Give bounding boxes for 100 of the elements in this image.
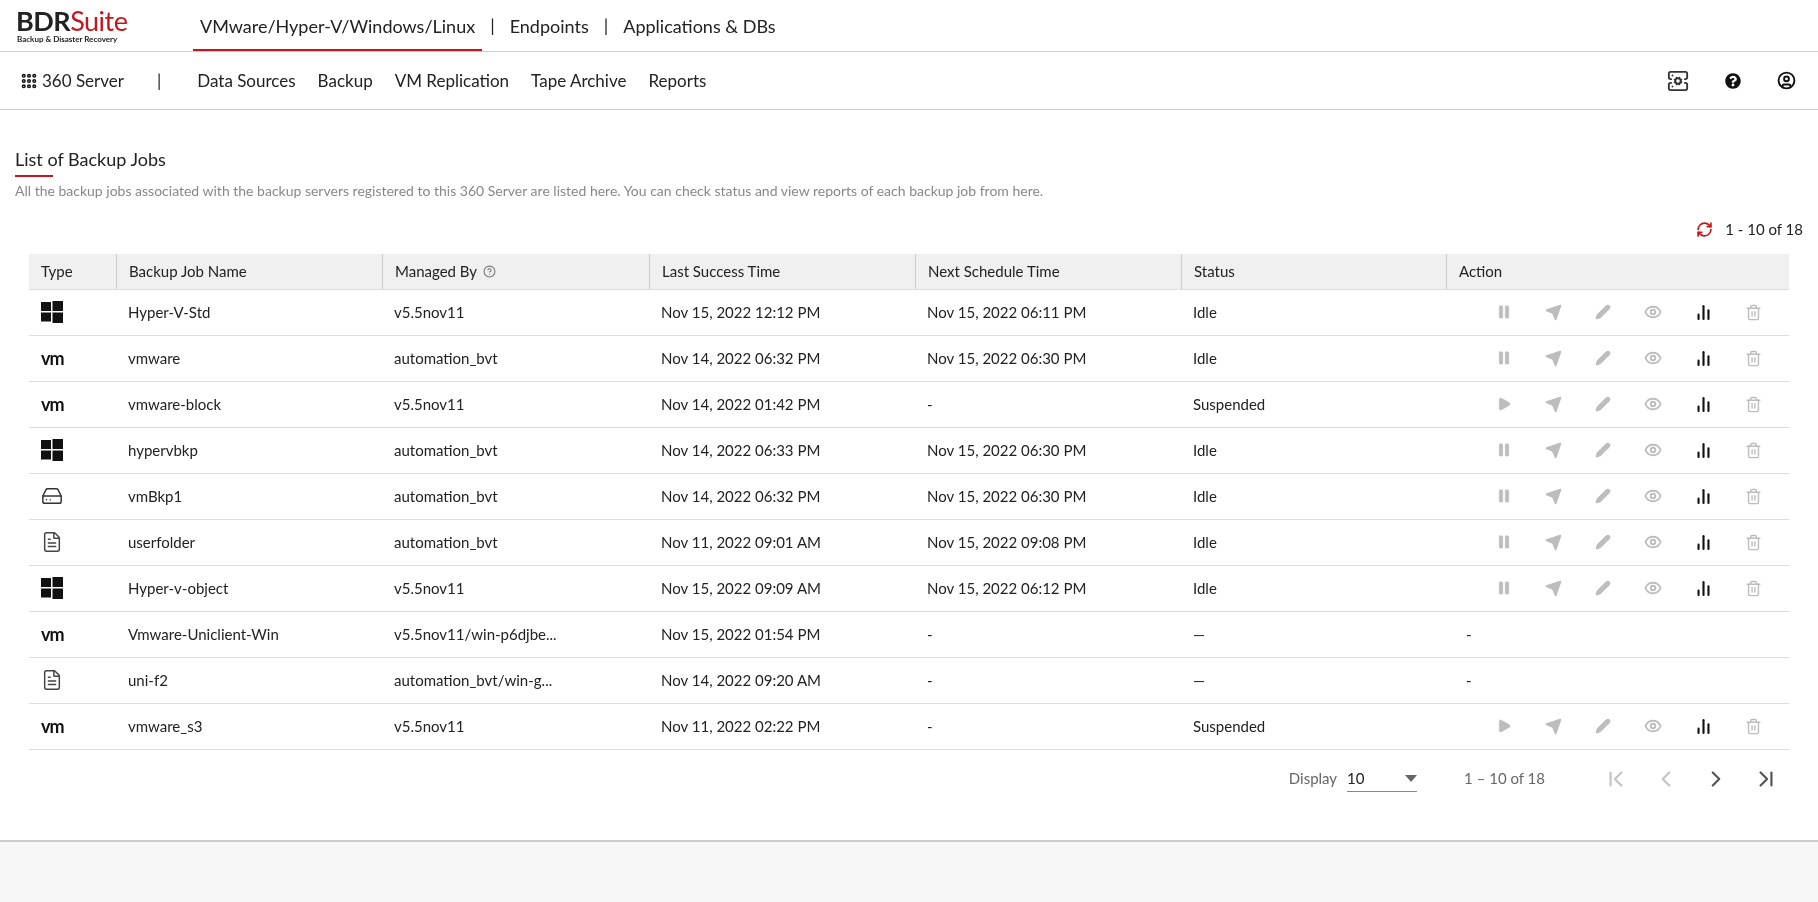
report-chart-icon[interactable] bbox=[1695, 303, 1712, 321]
tab-separator: | bbox=[602, 13, 610, 38]
status-cell-text: Idle bbox=[1192, 439, 1218, 461]
edit-icon[interactable] bbox=[1595, 580, 1611, 596]
server-menu[interactable]: 360 Server bbox=[20, 67, 124, 94]
page-size-select[interactable]: 10 bbox=[1347, 765, 1418, 792]
nav-link[interactable]: Reports bbox=[648, 67, 707, 94]
table-cell-text: Nov 15, 2022 06:12 PM bbox=[926, 577, 1088, 599]
help-icon[interactable] bbox=[1725, 72, 1741, 89]
vm-logo: vm bbox=[41, 349, 64, 367]
pause-icon[interactable] bbox=[1496, 534, 1512, 550]
grid-icon bbox=[20, 71, 38, 90]
vm-logo: vm bbox=[41, 625, 64, 643]
nav-link[interactable]: Data Sources bbox=[197, 67, 296, 94]
status-cell-text: Idle bbox=[1192, 531, 1218, 553]
send-icon[interactable] bbox=[1545, 349, 1562, 367]
view-icon[interactable] bbox=[1644, 717, 1662, 735]
send-icon[interactable] bbox=[1545, 303, 1562, 321]
nav-link[interactable]: Tape Archive bbox=[531, 67, 627, 94]
status-cell-text: Idle bbox=[1192, 577, 1218, 599]
edit-icon[interactable] bbox=[1595, 534, 1611, 550]
table-cell-text: automation_bvt bbox=[393, 531, 499, 553]
view-icon[interactable] bbox=[1644, 533, 1662, 551]
edit-icon[interactable] bbox=[1595, 350, 1611, 366]
column-header: Status bbox=[1181, 253, 1446, 289]
column-header: Managed By bbox=[382, 253, 649, 289]
send-icon[interactable] bbox=[1545, 717, 1562, 735]
report-chart-icon[interactable] bbox=[1695, 487, 1712, 505]
report-chart-icon[interactable] bbox=[1695, 533, 1712, 551]
send-icon[interactable] bbox=[1545, 533, 1562, 551]
send-icon[interactable] bbox=[1545, 441, 1562, 459]
delete-icon[interactable] bbox=[1745, 395, 1762, 413]
edit-icon[interactable] bbox=[1595, 718, 1611, 734]
table-cell-text: userfolder bbox=[127, 531, 197, 553]
top-tab[interactable]: Endpoints bbox=[502, 0, 596, 51]
delete-icon[interactable] bbox=[1745, 717, 1762, 735]
play-icon[interactable] bbox=[1496, 396, 1512, 412]
view-icon[interactable] bbox=[1644, 579, 1662, 597]
document-icon bbox=[41, 531, 63, 553]
pause-icon[interactable] bbox=[1496, 580, 1512, 596]
top-tab[interactable]: Applications & DBs bbox=[616, 0, 783, 51]
edit-icon[interactable] bbox=[1595, 396, 1611, 412]
pause-icon[interactable] bbox=[1496, 304, 1512, 320]
page-title: List of Backup Jobs bbox=[15, 147, 166, 172]
server-settings-icon[interactable] bbox=[1667, 69, 1689, 92]
view-icon[interactable] bbox=[1644, 349, 1662, 367]
pagination-range: 1 – 10 of 18 bbox=[1464, 768, 1545, 790]
table-cell-text: Nov 15, 2022 06:11 PM bbox=[926, 301, 1088, 323]
table-cell-text: Nov 14, 2022 06:32 PM bbox=[660, 485, 822, 507]
windows-logo-icon bbox=[41, 577, 63, 599]
table-cell-text: Nov 15, 2022 09:09 AM bbox=[660, 577, 822, 599]
view-icon[interactable] bbox=[1644, 441, 1662, 459]
status-cell-text: Idle bbox=[1192, 347, 1218, 369]
delete-icon[interactable] bbox=[1745, 303, 1762, 321]
report-chart-icon[interactable] bbox=[1695, 349, 1712, 367]
edit-icon[interactable] bbox=[1595, 442, 1611, 458]
hard-drive-icon bbox=[41, 485, 63, 507]
table-cell-text: Nov 14, 2022 06:32 PM bbox=[660, 347, 822, 369]
play-icon[interactable] bbox=[1496, 718, 1512, 734]
report-chart-icon[interactable] bbox=[1695, 441, 1712, 459]
nav-link[interactable]: VM Replication bbox=[394, 67, 510, 94]
user-icon[interactable] bbox=[1777, 71, 1796, 90]
view-icon[interactable] bbox=[1644, 303, 1662, 321]
document-icon bbox=[41, 669, 63, 691]
report-chart-icon[interactable] bbox=[1695, 395, 1712, 413]
delete-icon[interactable] bbox=[1745, 533, 1762, 551]
pause-icon[interactable] bbox=[1496, 488, 1512, 504]
action-text: - bbox=[1465, 669, 1472, 691]
delete-icon[interactable] bbox=[1745, 579, 1762, 597]
view-icon[interactable] bbox=[1644, 395, 1662, 413]
table-cell-text: Nov 14, 2022 06:33 PM bbox=[660, 439, 822, 461]
column-header: Action bbox=[1446, 253, 1789, 289]
delete-icon[interactable] bbox=[1745, 441, 1762, 459]
pause-icon[interactable] bbox=[1496, 350, 1512, 366]
refresh-icon[interactable] bbox=[1696, 220, 1714, 238]
table-cell-text: Hyper-V-Std bbox=[127, 301, 212, 323]
dropdown-caret-icon bbox=[1405, 774, 1418, 782]
send-icon[interactable] bbox=[1545, 395, 1562, 413]
table-cell-text: Nov 15, 2022 01:54 PM bbox=[660, 623, 822, 645]
table-cell-text: vmware-block bbox=[127, 393, 223, 415]
send-icon[interactable] bbox=[1545, 579, 1562, 597]
nav-link[interactable]: Backup bbox=[317, 67, 373, 94]
view-icon[interactable] bbox=[1644, 487, 1662, 505]
logo[interactable]: BDRSuite Backup & Disaster Recovery bbox=[0, 0, 193, 51]
pause-icon[interactable] bbox=[1496, 442, 1512, 458]
table-cell-text: Vmware-Uniclient-Win bbox=[127, 623, 280, 645]
edit-icon[interactable] bbox=[1595, 304, 1611, 320]
report-chart-icon[interactable] bbox=[1695, 717, 1712, 735]
status-cell-text: Suspended bbox=[1192, 715, 1267, 737]
edit-icon[interactable] bbox=[1595, 488, 1611, 504]
delete-icon[interactable] bbox=[1745, 349, 1762, 367]
report-chart-icon[interactable] bbox=[1695, 579, 1712, 597]
table-cell-text: automation_bvt bbox=[393, 347, 499, 369]
send-icon[interactable] bbox=[1545, 487, 1562, 505]
table-cell-text: Nov 15, 2022 09:08 PM bbox=[926, 531, 1088, 553]
top-tab[interactable]: VMware/Hyper-V/Windows/Linux bbox=[193, 0, 483, 51]
delete-icon[interactable] bbox=[1745, 487, 1762, 505]
table-cell-text: v5.5nov11 bbox=[393, 301, 466, 323]
windows-logo-icon bbox=[41, 301, 63, 323]
display-label: Display bbox=[1288, 768, 1338, 790]
